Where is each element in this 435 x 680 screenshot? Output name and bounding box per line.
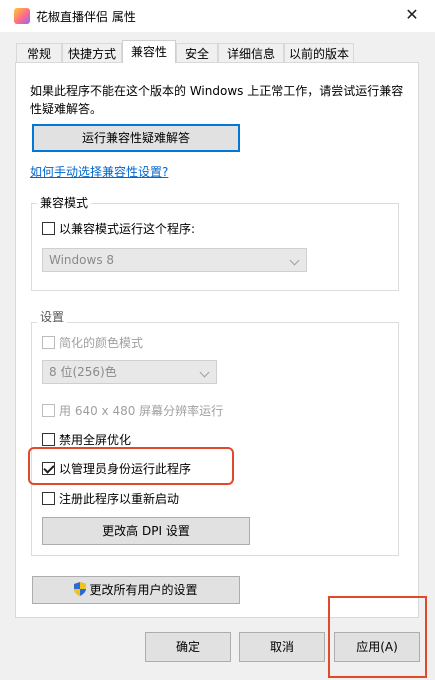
tab-security[interactable]: 安全 [176, 43, 218, 63]
reduced-color-label: 简化的颜色模式 [59, 336, 144, 350]
register-restart-label: 注册此程序以重新启动 [59, 492, 180, 506]
close-icon[interactable]: ✕ [389, 0, 435, 32]
compat-description: 如果此程序不能在这个版本的 Windows 上正常工作，请尝试运行兼容性疑难解答… [30, 84, 404, 116]
tab-compatibility[interactable]: 兼容性 [122, 40, 176, 63]
os-version-select[interactable]: Windows 8 [42, 248, 307, 272]
disable-fullscreen-label: 禁用全屏优化 [59, 433, 132, 447]
properties-window: 花椒直播伴侣 属性 ✕ 常规 快捷方式 兼容性 安全 详细信息 以前的版本 如果… [0, 0, 435, 680]
chevron-down-icon [289, 255, 300, 266]
compat-mode-checkbox-row[interactable]: 以兼容模式运行这个程序: [42, 220, 195, 237]
reduced-color-row: 简化的颜色模式 [42, 334, 143, 351]
tab-details[interactable]: 详细信息 [218, 43, 284, 63]
settings-title: 设置 [37, 308, 68, 325]
disable-fullscreen-row[interactable]: 禁用全屏优化 [42, 431, 131, 448]
register-restart-checkbox[interactable] [42, 492, 55, 505]
change-dpi-button[interactable]: 更改高 DPI 设置 [42, 517, 250, 545]
disable-fullscreen-checkbox[interactable] [42, 433, 55, 446]
app-icon [14, 8, 30, 24]
run-as-admin-highlight [28, 447, 234, 485]
tab-strip: 常规 快捷方式 兼容性 安全 详细信息 以前的版本 [0, 40, 435, 63]
tab-general[interactable]: 常规 [16, 43, 62, 63]
resolution-row: 用 640 x 480 屏幕分辨率运行 [42, 402, 223, 419]
title-bar[interactable]: 花椒直播伴侣 属性 ✕ [0, 0, 435, 32]
tab-previous-versions[interactable]: 以前的版本 [284, 43, 354, 63]
troubleshooter-button[interactable]: 运行兼容性疑难解答 [32, 124, 240, 152]
chevron-down-icon [199, 367, 210, 378]
cancel-button[interactable]: 取消 [239, 632, 325, 662]
manual-settings-link[interactable]: 如何手动选择兼容性设置? [30, 163, 168, 180]
change-all-users-label: 更改所有用户的设置 [89, 583, 198, 597]
ok-button[interactable]: 确定 [145, 632, 231, 662]
color-mode-select: 8 位(256)色 [42, 360, 217, 384]
resolution-label: 用 640 x 480 屏幕分辨率运行 [59, 404, 224, 418]
compat-mode-group [31, 203, 399, 291]
os-version-value: Windows 8 [49, 253, 115, 267]
tab-shortcut[interactable]: 快捷方式 [62, 43, 122, 63]
change-all-users-button[interactable]: 更改所有用户的设置 [32, 576, 240, 604]
compat-mode-title: 兼容模式 [37, 194, 92, 211]
resolution-checkbox [42, 404, 55, 417]
apply-highlight [328, 596, 427, 678]
color-mode-value: 8 位(256)色 [49, 365, 117, 379]
uac-shield-icon [74, 582, 87, 596]
compat-mode-checkbox[interactable] [42, 222, 55, 235]
window-title: 花椒直播伴侣 属性 [36, 10, 136, 24]
reduced-color-checkbox [42, 336, 55, 349]
compat-mode-label: 以兼容模式运行这个程序: [59, 222, 196, 236]
register-restart-row[interactable]: 注册此程序以重新启动 [42, 490, 179, 507]
